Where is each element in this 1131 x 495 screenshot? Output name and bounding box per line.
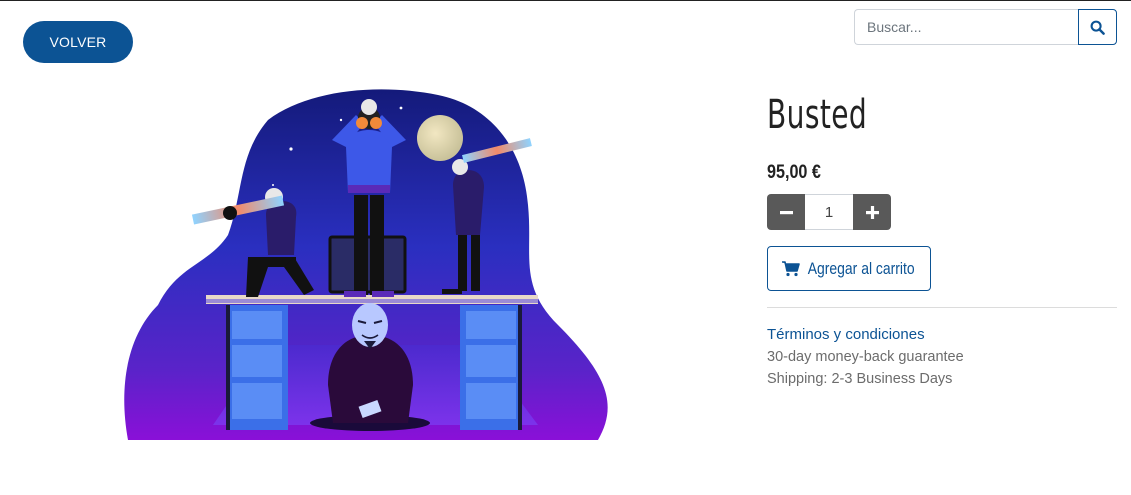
terms-link[interactable]: Términos y condiciones bbox=[767, 326, 925, 343]
product-image bbox=[124, 89, 608, 441]
increase-quantity-button[interactable] bbox=[853, 194, 891, 230]
top-border bbox=[0, 0, 1131, 1]
quantity-stepper bbox=[767, 194, 891, 230]
add-to-cart-button[interactable]: Agregar al carrito bbox=[767, 246, 931, 291]
guarantee-text: 30-day money-back guarantee bbox=[767, 349, 964, 365]
decrease-quantity-button[interactable] bbox=[767, 194, 805, 230]
search-icon bbox=[1090, 20, 1105, 35]
back-button[interactable]: VOLVER bbox=[23, 21, 133, 63]
add-to-cart-label: Agregar al carrito bbox=[807, 258, 915, 278]
shipping-text: Shipping: 2-3 Business Days bbox=[767, 371, 953, 387]
plus-icon bbox=[865, 205, 879, 219]
search-button[interactable] bbox=[1078, 9, 1117, 45]
search-input[interactable] bbox=[854, 9, 1078, 45]
search-bar bbox=[854, 9, 1117, 45]
cart-icon bbox=[781, 260, 800, 276]
divider bbox=[767, 307, 1117, 308]
product-price: 95,00 € bbox=[767, 162, 821, 183]
minus-icon bbox=[779, 210, 793, 214]
product-title: Busted bbox=[767, 92, 868, 138]
quantity-input[interactable] bbox=[805, 194, 853, 230]
